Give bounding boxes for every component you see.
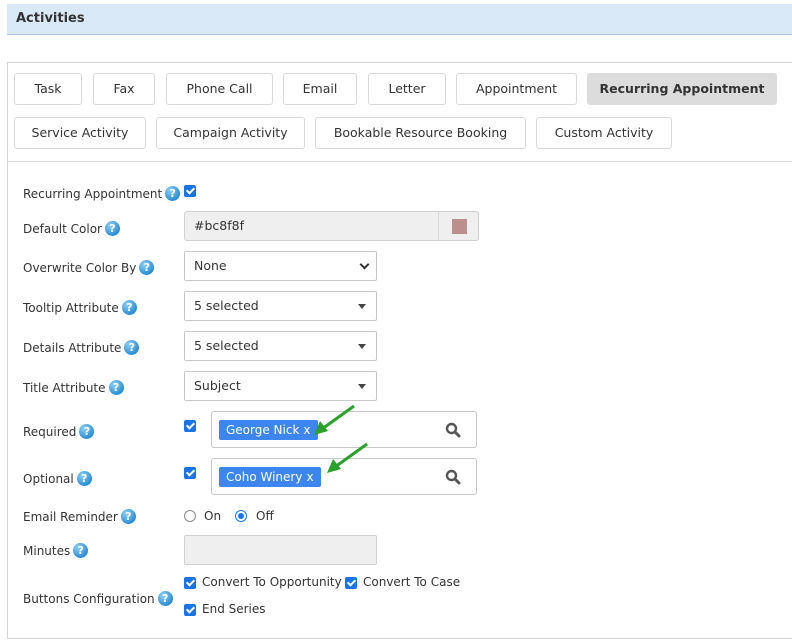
- convert-to-opportunity-checkbox[interactable]: [184, 577, 196, 589]
- overwrite-color-by-value: None: [194, 258, 227, 273]
- title-attribute-select[interactable]: Subject: [184, 371, 377, 401]
- activity-tabs: Task Fax Phone Call Email Letter Appoint…: [8, 63, 792, 162]
- minutes-text: Minutes: [23, 543, 71, 558]
- tab-phone-call[interactable]: Phone Call: [166, 73, 273, 105]
- tag-label: Coho Winery: [226, 470, 303, 484]
- help-icon[interactable]: ?: [79, 424, 95, 439]
- end-series-checkbox[interactable]: [184, 604, 196, 616]
- help-icon[interactable]: ?: [73, 543, 89, 558]
- optional-text: Optional: [23, 471, 74, 486]
- tooltip-attribute-label: Tooltip Attribute ?: [23, 300, 137, 315]
- section-header: Activities: [7, 4, 792, 35]
- tab-bookable-resource-booking[interactable]: Bookable Resource Booking: [315, 117, 526, 149]
- email-reminder-label: Email Reminder ?: [23, 509, 136, 524]
- color-swatch: [452, 219, 467, 234]
- tooltip-attribute-text: Tooltip Attribute: [23, 300, 119, 315]
- required-label: Required ?: [23, 424, 95, 439]
- help-icon[interactable]: ?: [165, 186, 181, 201]
- tab-appointment[interactable]: Appointment: [456, 73, 577, 105]
- help-icon[interactable]: ?: [121, 300, 137, 315]
- help-icon[interactable]: ?: [108, 380, 124, 395]
- search-icon[interactable]: [445, 469, 461, 485]
- optional-label: Optional ?: [23, 471, 92, 486]
- optional-tag: Coho Winery x: [219, 467, 321, 487]
- optional-checkbox[interactable]: [184, 467, 196, 479]
- email-reminder-text: Email Reminder: [23, 509, 118, 524]
- convert-to-case-checkbox[interactable]: [345, 577, 357, 589]
- help-icon[interactable]: ?: [139, 260, 155, 275]
- caret-down-icon: [358, 384, 366, 389]
- title-attribute-label: Title Attribute ?: [23, 380, 124, 395]
- search-icon[interactable]: [445, 422, 461, 438]
- title-attribute-value: Subject: [194, 378, 241, 393]
- overwrite-color-by-select[interactable]: None: [184, 251, 377, 281]
- minutes-label: Minutes ?: [23, 543, 89, 558]
- required-tag: George Nick x: [219, 420, 318, 440]
- default-color-input[interactable]: #bc8f8f: [184, 211, 439, 241]
- default-color-label: Default Color ?: [23, 221, 120, 236]
- details-attribute-text: Details Attribute: [23, 340, 122, 355]
- default-color-text: Default Color: [23, 221, 102, 236]
- title-attribute-text: Title Attribute: [23, 380, 106, 395]
- required-text: Required: [23, 424, 77, 439]
- section-title: Activities: [16, 11, 85, 26]
- help-icon[interactable]: ?: [105, 221, 120, 236]
- details-attribute-multiselect[interactable]: 5 selected: [184, 331, 377, 361]
- tab-service-activity[interactable]: Service Activity: [14, 117, 146, 149]
- tooltip-attribute-value: 5 selected: [194, 298, 259, 313]
- annotation-arrow: [327, 442, 368, 473]
- tab-fax[interactable]: Fax: [93, 73, 155, 105]
- tooltip-attribute-multiselect[interactable]: 5 selected: [184, 291, 377, 321]
- email-reminder-on-radio[interactable]: [184, 510, 196, 522]
- details-attribute-label: Details Attribute ?: [23, 340, 140, 355]
- tab-email[interactable]: Email: [283, 73, 357, 105]
- overwrite-color-by-label: Overwrite Color By ?: [23, 260, 155, 275]
- caret-down-icon: [358, 344, 366, 349]
- activities-panel: Task Fax Phone Call Email Letter Appoint…: [7, 62, 792, 639]
- tab-recurring-appointment[interactable]: Recurring Appointment: [587, 73, 777, 105]
- tab-custom-activity[interactable]: Custom Activity: [536, 117, 672, 149]
- email-reminder-on-label[interactable]: On: [204, 509, 221, 523]
- buttons-configuration-text: Buttons Configuration: [23, 591, 155, 606]
- convert-to-case-label[interactable]: Convert To Case: [363, 575, 460, 589]
- recurring-appointment-checkbox[interactable]: [184, 185, 196, 197]
- help-icon[interactable]: ?: [157, 591, 173, 606]
- minutes-input[interactable]: [184, 535, 377, 565]
- chevron-down-icon: [359, 259, 370, 270]
- annotation-arrow: [314, 404, 355, 435]
- tab-campaign-activity[interactable]: Campaign Activity: [156, 117, 305, 149]
- recurring-appointment-text: Recurring Appointment: [23, 186, 163, 201]
- email-reminder-off-radio[interactable]: [235, 510, 247, 522]
- remove-tag-button[interactable]: x: [306, 470, 313, 484]
- caret-down-icon: [358, 304, 366, 309]
- tab-task[interactable]: Task: [14, 73, 82, 105]
- help-icon[interactable]: ?: [120, 509, 136, 524]
- recurring-appointment-label: Recurring Appointment ?: [23, 186, 181, 201]
- help-icon[interactable]: ?: [76, 471, 92, 486]
- convert-to-opportunity-label[interactable]: Convert To Opportunity: [202, 575, 342, 589]
- details-attribute-value: 5 selected: [194, 338, 259, 353]
- email-reminder-off-label[interactable]: Off: [256, 509, 274, 523]
- required-checkbox[interactable]: [184, 420, 196, 432]
- buttons-configuration-label: Buttons Configuration ?: [23, 591, 173, 606]
- color-picker-button[interactable]: [438, 211, 479, 241]
- help-icon[interactable]: ?: [124, 340, 140, 355]
- tab-letter[interactable]: Letter: [368, 73, 446, 105]
- overwrite-color-by-text: Overwrite Color By: [23, 260, 137, 275]
- tag-label: George Nick: [226, 423, 300, 437]
- end-series-label[interactable]: End Series: [202, 602, 266, 616]
